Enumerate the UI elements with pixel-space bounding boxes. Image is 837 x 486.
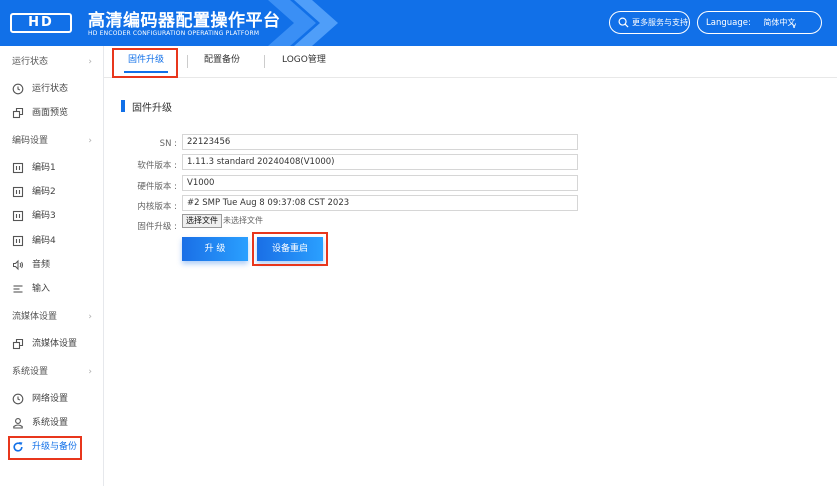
header-bar: HD 高清编码器配置操作平台 HD ENCODER CONFIGURATION … <box>0 0 837 46</box>
sidebar-item-label: 流媒体设置 <box>32 339 78 349</box>
speaker-icon <box>13 259 23 271</box>
window-icon <box>12 107 24 119</box>
clock-icon <box>12 393 24 405</box>
sidebar-item-label: 编码4 <box>32 236 56 246</box>
tab-config-backup[interactable]: 配置备份 <box>204 46 240 78</box>
sidebar-highlight-box <box>8 436 82 460</box>
sidebar-item-label: 音频 <box>32 260 51 270</box>
sidebar-item-encode3[interactable]: 编码3 <box>0 204 104 228</box>
search-icon <box>618 17 629 28</box>
sidebar-item-label: 输入 <box>32 284 51 294</box>
sidebar-item-label: 编码2 <box>32 187 56 197</box>
tab-logo-management[interactable]: LOGO管理 <box>282 46 326 78</box>
encoder-icon <box>12 162 24 174</box>
sidebar-item-network[interactable]: 网络设置 <box>0 387 104 411</box>
brand-logo: HD <box>10 13 72 33</box>
software-version-label: 软件版本 : <box>137 161 177 171</box>
sidebar-group-status[interactable]: 运行状态 › <box>0 50 104 74</box>
tab-highlight-box <box>112 48 178 78</box>
sidebar: 运行状态 › 运行状态 画面预览 编码设置 › 编码1 编码2 编码3 编码4 … <box>0 46 104 486</box>
sidebar-item-input[interactable]: 输入 <box>0 277 104 301</box>
kernel-version-field[interactable]: #2 SMP Tue Aug 8 09:37:08 CST 2023 <box>182 195 578 211</box>
sidebar-item-run-status[interactable]: 运行状态 <box>0 77 104 101</box>
sidebar-item-preview[interactable]: 画面预览 <box>0 101 104 125</box>
firmware-upgrade-label: 固件升级 : <box>137 222 177 232</box>
sidebar-item-label: 系统设置 <box>32 418 69 428</box>
sidebar-item-system-settings[interactable]: 系统设置 <box>0 411 104 435</box>
encoder-icon <box>12 186 24 198</box>
input-icon <box>13 285 23 293</box>
user-icon <box>13 418 23 429</box>
tab-divider <box>264 55 265 68</box>
software-version-field[interactable]: 1.11.3 standard 20240408(V1000) <box>182 154 578 170</box>
sidebar-item-label: 编码1 <box>32 163 56 173</box>
choose-file-button[interactable]: 选择文件 <box>182 214 222 228</box>
no-file-text: 未选择文件 <box>223 216 263 225</box>
sidebar-item-encode4[interactable]: 编码4 <box>0 229 104 253</box>
kernel-version-label: 内核版本 : <box>137 202 177 212</box>
sidebar-item-audio[interactable]: 音频 <box>0 253 104 277</box>
sidebar-item-encode2[interactable]: 编码2 <box>0 180 104 204</box>
tab-divider <box>187 55 188 68</box>
sidebar-group-label: 系统设置 <box>12 367 49 377</box>
app-subtitle: HD ENCODER CONFIGURATION OPERATING PLATF… <box>88 30 260 37</box>
section-marker <box>121 100 125 112</box>
sidebar-item-encode1[interactable]: 编码1 <box>0 156 104 180</box>
sidebar-item-label: 画面预览 <box>32 108 69 118</box>
sidebar-group-encode[interactable]: 编码设置 › <box>0 129 104 153</box>
sidebar-group-label: 编码设置 <box>12 136 49 146</box>
encoder-icon <box>12 235 24 247</box>
sidebar-group-stream[interactable]: 流媒体设置 › <box>0 305 104 329</box>
encoder-icon <box>12 210 24 222</box>
hardware-version-field[interactable]: V1000 <box>182 175 578 191</box>
language-select[interactable]: Language: 简体中文 ∨ <box>697 11 822 34</box>
hardware-version-label: 硬件版本 : <box>137 182 177 192</box>
chevron-right-icon: › <box>88 312 92 322</box>
services-label: 更多服务与支持 <box>632 18 688 27</box>
sidebar-group-system[interactable]: 系统设置 › <box>0 360 104 384</box>
chevron-right-icon: › <box>88 136 92 146</box>
section-title: 固件升级 <box>132 103 172 114</box>
tab-bar: 固件升级 配置备份 LOGO管理 <box>104 46 837 78</box>
sidebar-item-stream-settings[interactable]: 流媒体设置 <box>0 332 104 356</box>
chevron-right-icon: › <box>88 57 92 67</box>
sidebar-item-label: 编码3 <box>32 211 56 221</box>
sidebar-group-label: 流媒体设置 <box>12 312 58 322</box>
reboot-highlight-box <box>252 232 328 266</box>
sidebar-item-label: 运行状态 <box>32 84 69 94</box>
app-title: 高清编码器配置操作平台 <box>88 11 281 31</box>
chevron-right-icon: › <box>88 367 92 377</box>
sidebar-item-label: 网络设置 <box>32 394 69 404</box>
sidebar-group-label: 运行状态 <box>12 57 49 67</box>
services-support-button[interactable]: 更多服务与支持 <box>609 11 690 34</box>
chevron-down-icon: ∨ <box>791 21 797 30</box>
sn-label: SN : <box>159 139 177 149</box>
sn-field[interactable]: 22123456 <box>182 134 578 150</box>
clock-icon <box>12 83 24 95</box>
upgrade-button[interactable]: 升 级 <box>182 237 248 261</box>
window-icon <box>12 338 24 350</box>
language-label: Language: <box>706 18 751 28</box>
header-decoration <box>268 0 338 46</box>
